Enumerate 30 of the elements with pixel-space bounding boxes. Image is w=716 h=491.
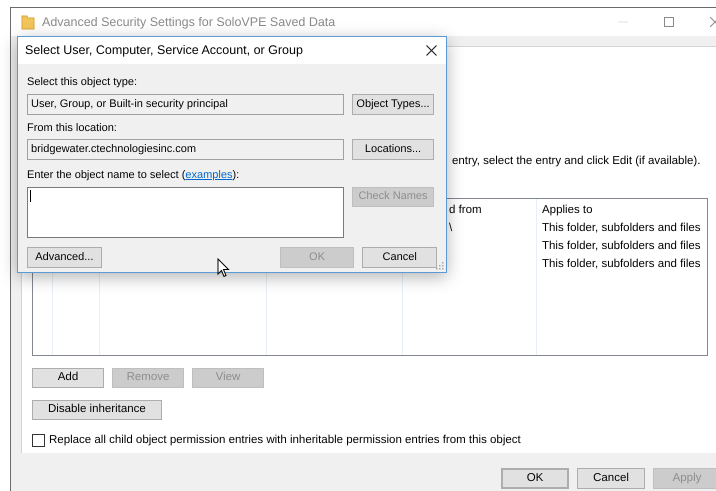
object-name-field[interactable] bbox=[27, 186, 344, 238]
instructions-text: entry, select the entry and click Edit (if available). bbox=[452, 154, 700, 169]
table-cell-text: This folder, subfolders and files bbox=[541, 239, 702, 254]
checkbox-label: Replace all child object permission entries with inheritable permission entries from this object bbox=[49, 433, 521, 448]
field-label: Enter the object name to select (examples): bbox=[27, 168, 240, 183]
disable-inheritance-button[interactable]: Disable inheritance bbox=[32, 400, 162, 420]
object-types-button[interactable]: Object Types... bbox=[352, 94, 434, 114]
location-field: bridgewater.ctechnologiesinc.com bbox=[27, 139, 344, 160]
close-icon[interactable] bbox=[426, 45, 437, 56]
dialog-button[interactable]: Advanced... bbox=[27, 246, 102, 268]
table-cell-text: \ bbox=[448, 221, 454, 236]
maximize-icon[interactable] bbox=[664, 17, 674, 27]
table-cell-text: This folder, subfolders and files bbox=[541, 257, 702, 272]
resize-grip-icon[interactable] bbox=[436, 262, 444, 270]
mouse-cursor-icon bbox=[217, 258, 230, 278]
object-type-field: User, Group, or Built-in security principal bbox=[27, 94, 344, 114]
column-header[interactable]: Applies to bbox=[537, 199, 707, 219]
dialog-title: Select User, Computer, Service Account, or Group bbox=[25, 42, 304, 60]
field-label: From this location: bbox=[27, 120, 118, 136]
dialog-button[interactable]: Cancel bbox=[362, 246, 438, 268]
folder-icon bbox=[21, 14, 35, 30]
locations-button[interactable]: Locations... bbox=[352, 139, 434, 160]
examples-link[interactable]: examples bbox=[185, 169, 232, 181]
entry-button[interactable]: Add bbox=[32, 368, 104, 388]
field-label: Select this object type: bbox=[27, 75, 138, 90]
checkbox[interactable] bbox=[32, 434, 45, 448]
table-cell-text: This folder, subfolders and files bbox=[541, 221, 702, 236]
dialog-button[interactable]: OK bbox=[501, 468, 569, 489]
dialog-button[interactable]: Cancel bbox=[577, 468, 645, 489]
window-title: Advanced Security Settings for SoloVPE Saved Data bbox=[42, 14, 336, 31]
